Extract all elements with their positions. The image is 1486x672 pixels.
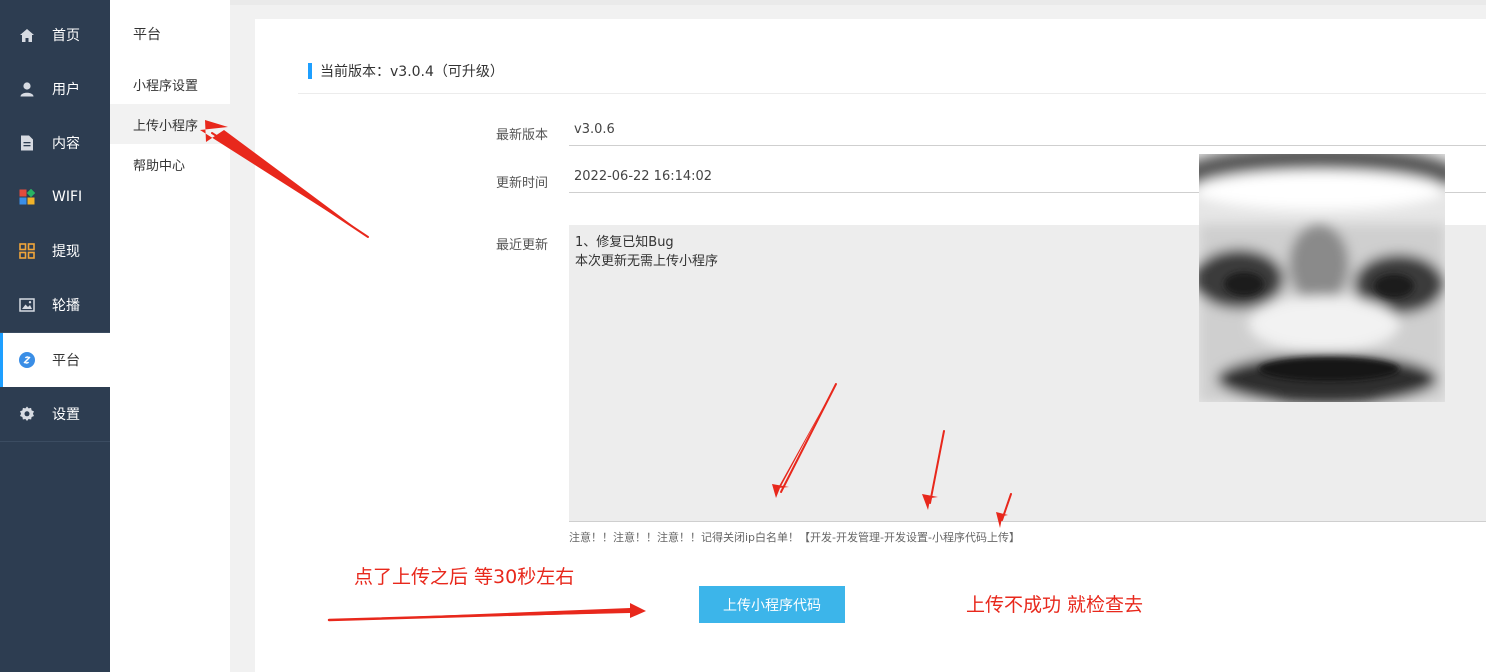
- latest-version-value: v3.0.6: [574, 122, 615, 137]
- current-version-text: 当前版本：v3.0.4（可升级）: [320, 64, 504, 80]
- submenu-item-upload-miniprogram[interactable]: 上传小程序: [110, 104, 230, 144]
- heading-divider: [298, 93, 1486, 94]
- sidebar-item-carousel[interactable]: 轮播: [0, 278, 110, 332]
- apps-grid-icon: [18, 188, 36, 206]
- sidebar-item-wifi[interactable]: WIFI: [0, 170, 110, 224]
- document-icon: [18, 134, 36, 152]
- platform-submenu: 平台 小程序设置 上传小程序 帮助中心: [110, 0, 230, 672]
- grid-icon: [18, 242, 36, 260]
- update-time-label: 更新时间: [495, 176, 548, 191]
- sidebar-item-label: 内容: [52, 136, 80, 152]
- sidebar-item-users[interactable]: 用户: [0, 62, 110, 116]
- sidebar-item-label: 首页: [52, 28, 80, 44]
- upload-miniprogram-code-button[interactable]: 上传小程序代码: [699, 586, 845, 623]
- sidebar-item-label: 轮播: [52, 298, 80, 314]
- recent-update-label: 最近更新: [495, 238, 548, 253]
- meme-face-image: [1199, 154, 1445, 402]
- sidebar-item-label: 平台: [52, 353, 80, 369]
- sidebar-item-withdraw[interactable]: 提现: [0, 224, 110, 278]
- gear-icon: [18, 405, 36, 423]
- link-icon: [18, 351, 36, 369]
- update-time-value: 2022-06-22 16:14:02: [574, 169, 713, 184]
- sidebar-item-content[interactable]: 内容: [0, 116, 110, 170]
- annotation-wait-note: 点了上传之后 等30秒左右: [354, 566, 575, 588]
- sidebar-divider: [0, 441, 110, 442]
- user-icon: [18, 80, 36, 98]
- sidebar-item-label: 用户: [52, 82, 80, 98]
- current-version-heading: 当前版本：v3.0.4（可升级）: [308, 61, 504, 81]
- whitelist-warning-note: 注意！！注意！！注意！！记得关闭ip白名单！【开发-开发管理-开发设置-小程序代…: [569, 531, 1020, 544]
- sidebar-item-platform[interactable]: 平台: [0, 333, 110, 387]
- sidebar-item-label: 提现: [52, 244, 80, 260]
- top-strip: [230, 0, 1486, 5]
- image-icon: [18, 296, 36, 314]
- sidebar-item-settings[interactable]: 设置: [0, 387, 110, 441]
- main-sidebar: 首页 用户 内容 WIFI 提现 轮播 平台 设置: [0, 0, 110, 672]
- sidebar-item-home[interactable]: 首页: [0, 8, 110, 62]
- annotation-check-note: 上传不成功 就检查去: [966, 594, 1144, 616]
- field-underline: [569, 145, 1486, 146]
- submenu-item-miniprogram-settings[interactable]: 小程序设置: [110, 64, 230, 104]
- sidebar-item-label: WIFI: [52, 189, 83, 205]
- submenu-item-help-center[interactable]: 帮助中心: [110, 144, 230, 184]
- sidebar-item-label: 设置: [52, 407, 80, 423]
- submenu-title: 平台: [133, 27, 161, 43]
- home-icon: [18, 26, 36, 44]
- latest-version-label: 最新版本: [495, 128, 548, 143]
- heading-accent-bar: [308, 63, 312, 79]
